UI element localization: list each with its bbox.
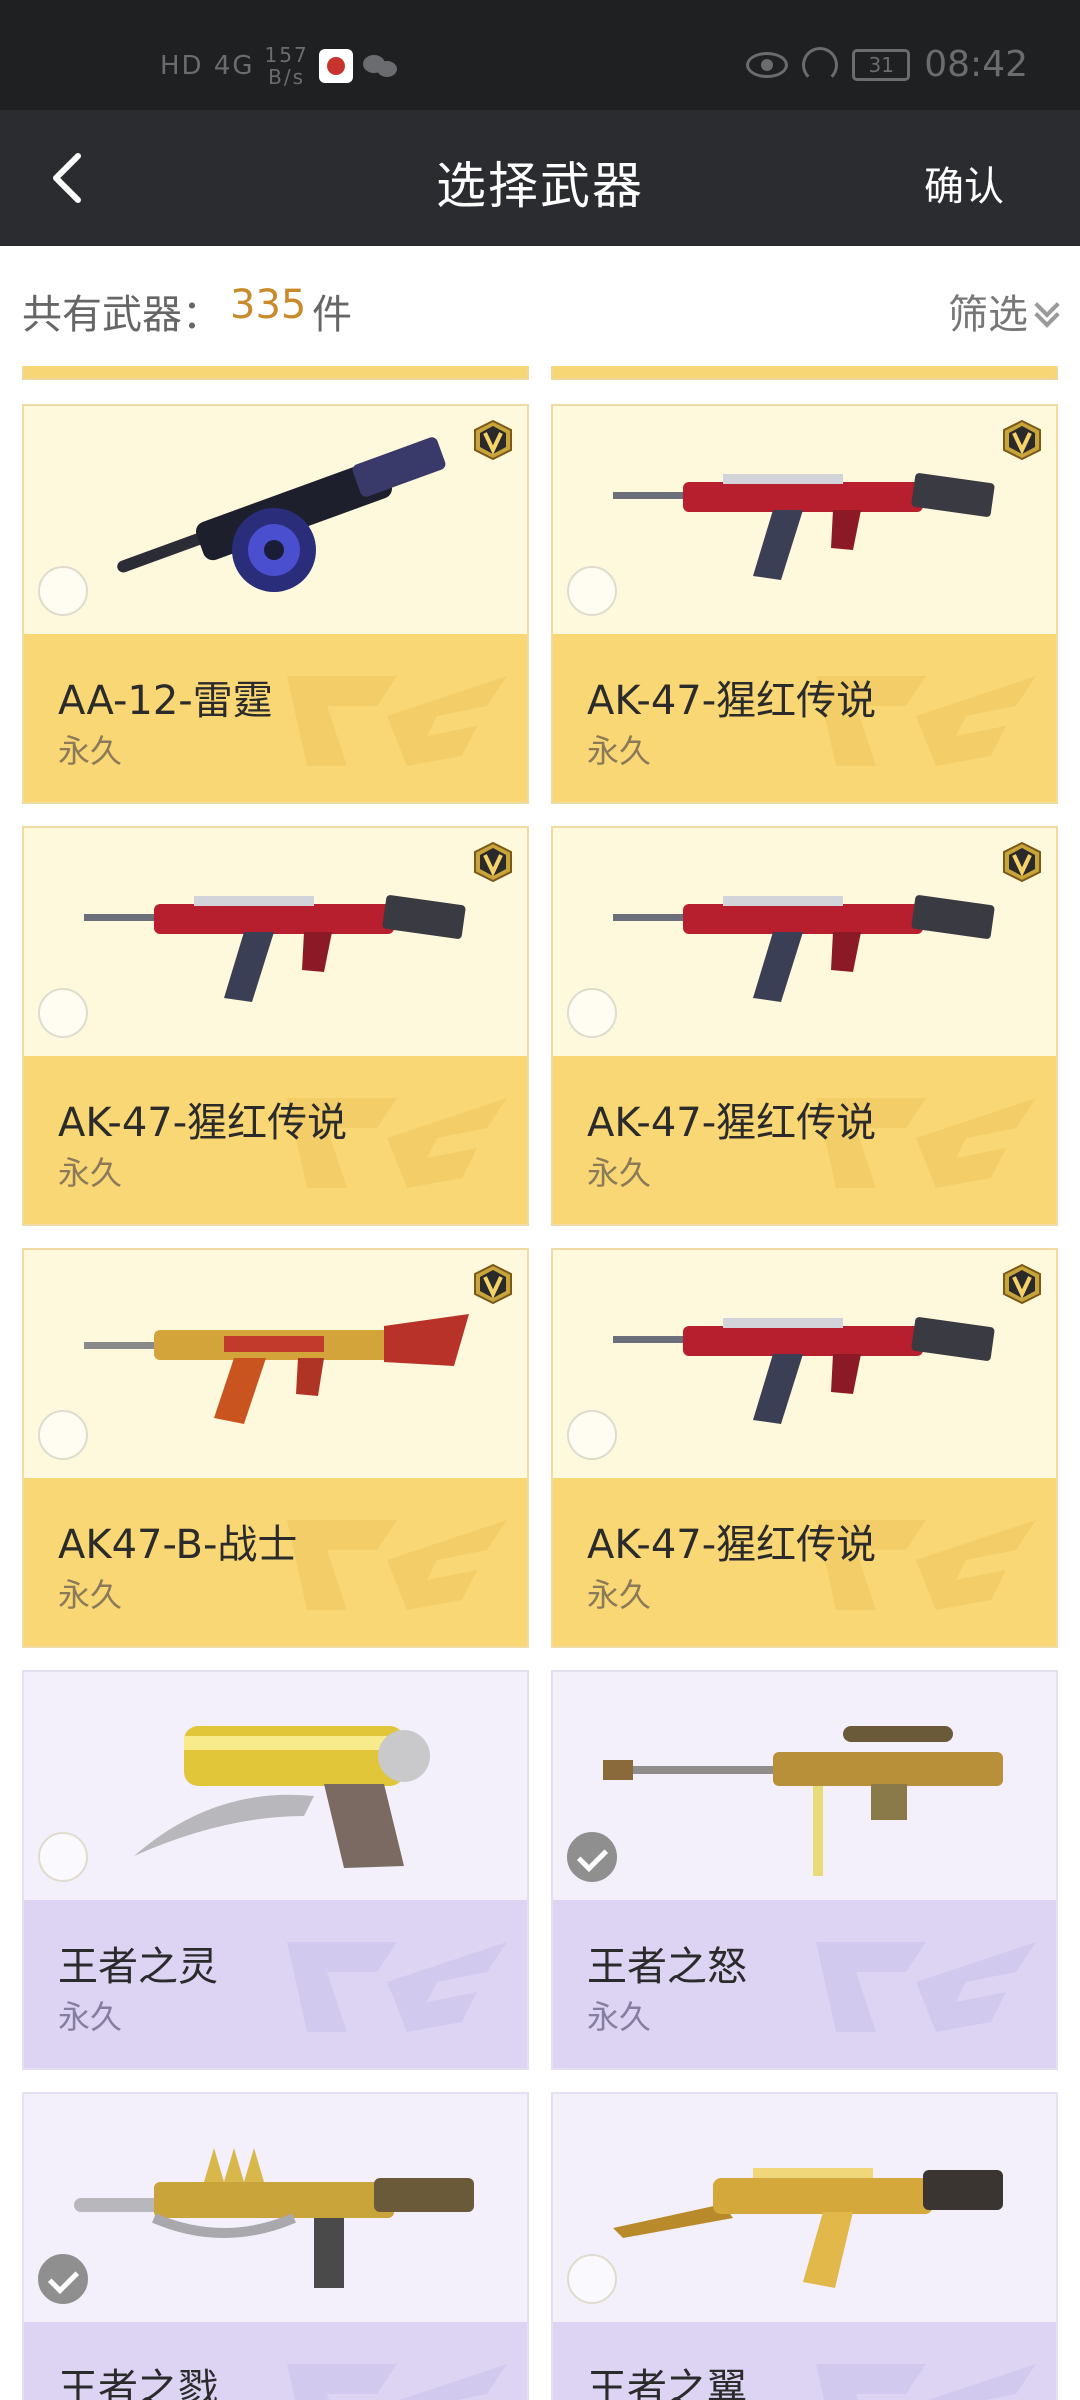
select-checkbox[interactable]: [567, 988, 617, 1038]
cf-logo-icon: [816, 1942, 1036, 2032]
confirm-button[interactable]: 确认: [924, 154, 1004, 212]
weapon-image: [134, 1726, 430, 1868]
weapon-image: [613, 2168, 1003, 2288]
weapon-image-area: [24, 406, 527, 634]
select-checkbox[interactable]: [38, 566, 88, 616]
speed-unit: B/s: [268, 65, 306, 89]
select-checkbox[interactable]: [38, 988, 88, 1038]
weapon-name: 王者之灵: [58, 1944, 218, 1990]
weapon-image: [613, 473, 995, 580]
weapon-image: [84, 1314, 469, 1424]
weapon-name: AK-47-猩红传说: [58, 1100, 348, 1146]
v-badge-icon: [1003, 1264, 1041, 1304]
count-label: 共有武器：: [22, 292, 222, 338]
filter-button[interactable]: 筛选: [948, 282, 1060, 340]
select-checkbox[interactable]: [567, 1410, 617, 1460]
weapon-name: 王者之戮: [58, 2366, 218, 2400]
weapon-image-area: [553, 1250, 1056, 1478]
v-badge-icon: [1003, 842, 1041, 882]
v-badge-icon: [474, 842, 512, 882]
weapon-name: AK-47-猩红传说: [587, 678, 877, 724]
weapon-duration: 永久: [587, 732, 652, 770]
weapon-image-area: [24, 2094, 527, 2322]
app-notification-icon: [318, 49, 353, 83]
eye-icon: [746, 51, 789, 78]
cf-logo-icon: [287, 1520, 507, 1610]
status-right: 31 08:42: [746, 44, 1028, 85]
check-icon[interactable]: [567, 1832, 617, 1882]
speed-value: 157: [264, 43, 309, 67]
weapon-image-area: [24, 1672, 527, 1900]
weapon-image-area: [553, 1672, 1056, 1900]
battery-level: 31: [868, 52, 894, 77]
weapon-duration: 永久: [58, 1576, 123, 1614]
select-checkbox[interactable]: [567, 2254, 617, 2304]
weapon-image: [117, 437, 446, 592]
weapon-name: AK-47-猩红传说: [587, 1100, 877, 1146]
summary-bar: 共有武器： 335 件 筛选: [0, 246, 1080, 366]
cf-logo-icon: [287, 1942, 507, 2032]
network-indicator: HD 4G: [160, 51, 255, 81]
status-left: HD 4G 157 B/s: [160, 44, 399, 88]
cf-logo-icon: [816, 2364, 1036, 2400]
weapon-image-area: [553, 406, 1056, 634]
weapon-card[interactable]: AK-47-猩红传说 永久: [551, 826, 1058, 1226]
weapon-name: 王者之翼: [587, 2366, 747, 2400]
weapon-card[interactable]: 王者之戮: [22, 2092, 529, 2400]
weapon-image: [613, 895, 995, 1002]
weapon-image-area: [24, 1250, 527, 1478]
cf-logo-icon: [287, 2364, 507, 2400]
weapon-image: [603, 1726, 1003, 1876]
battery-icon: 31: [852, 48, 911, 81]
partial-card-top[interactable]: [22, 366, 529, 380]
weapon-duration: 永久: [587, 1576, 652, 1614]
weapon-card[interactable]: AK-47-猩红传说 永久: [551, 404, 1058, 804]
check-icon[interactable]: [38, 2254, 88, 2304]
weapon-card[interactable]: AK-47-猩红传说 永久: [22, 826, 529, 1226]
page-title: 选择武器: [436, 157, 644, 215]
weapon-card[interactable]: AK47-B-战士 永久: [22, 1248, 529, 1648]
weapon-duration: 永久: [58, 1154, 123, 1192]
weapon-image-area: [553, 828, 1056, 1056]
weapon-duration: 永久: [587, 1154, 652, 1192]
weapon-name: AA-12-雷霆: [58, 678, 273, 724]
filter-label: 筛选: [948, 292, 1028, 338]
weapon-image-area: [553, 2094, 1056, 2322]
wechat-icon: [362, 53, 399, 79]
network-speed: 157 B/s: [265, 44, 309, 88]
v-badge-icon: [474, 420, 512, 460]
v-badge-icon: [1003, 420, 1041, 460]
weapon-image: [74, 2148, 474, 2288]
status-bar: HD 4G 157 B/s 31 08:42: [0, 0, 1080, 110]
partial-card-top[interactable]: [551, 366, 1058, 380]
double-chevron-down-icon: [1034, 296, 1060, 326]
weapon-count: 335: [230, 282, 307, 328]
clock: 08:42: [924, 44, 1028, 85]
weapon-card[interactable]: AA-12-雷霆 永久: [22, 404, 529, 804]
weapon-name: 王者之怒: [587, 1944, 747, 1990]
weapon-card[interactable]: 王者之怒 永久: [551, 1670, 1058, 2070]
weapon-card[interactable]: 王者之翼: [551, 2092, 1058, 2400]
weapon-name: AK47-B-战士: [58, 1522, 298, 1568]
weapon-card[interactable]: AK-47-猩红传说 永久: [551, 1248, 1058, 1648]
weapon-duration: 永久: [58, 1998, 123, 2036]
weapon-duration: 永久: [58, 732, 123, 770]
select-checkbox[interactable]: [567, 566, 617, 616]
weapon-name: AK-47-猩红传说: [587, 1522, 877, 1568]
select-checkbox[interactable]: [38, 1832, 88, 1882]
weapon-grid-scroll[interactable]: AA-12-雷霆 永久 AK-47-猩红传说 永久 AK-47-猩红传说 永久 …: [0, 366, 1080, 2400]
weapon-image-area: [24, 828, 527, 1056]
weapon-image: [84, 895, 466, 1002]
v-badge-icon: [474, 1264, 512, 1304]
weapon-card[interactable]: 王者之灵 永久: [22, 1670, 529, 2070]
speed-gauge-icon: [802, 46, 839, 83]
count-unit: 件: [312, 292, 352, 338]
title-bar: 选择武器 确认: [0, 110, 1080, 246]
cf-logo-icon: [287, 676, 507, 766]
select-checkbox[interactable]: [38, 1410, 88, 1460]
weapon-duration: 永久: [587, 1998, 652, 2036]
weapon-image: [613, 1317, 995, 1424]
